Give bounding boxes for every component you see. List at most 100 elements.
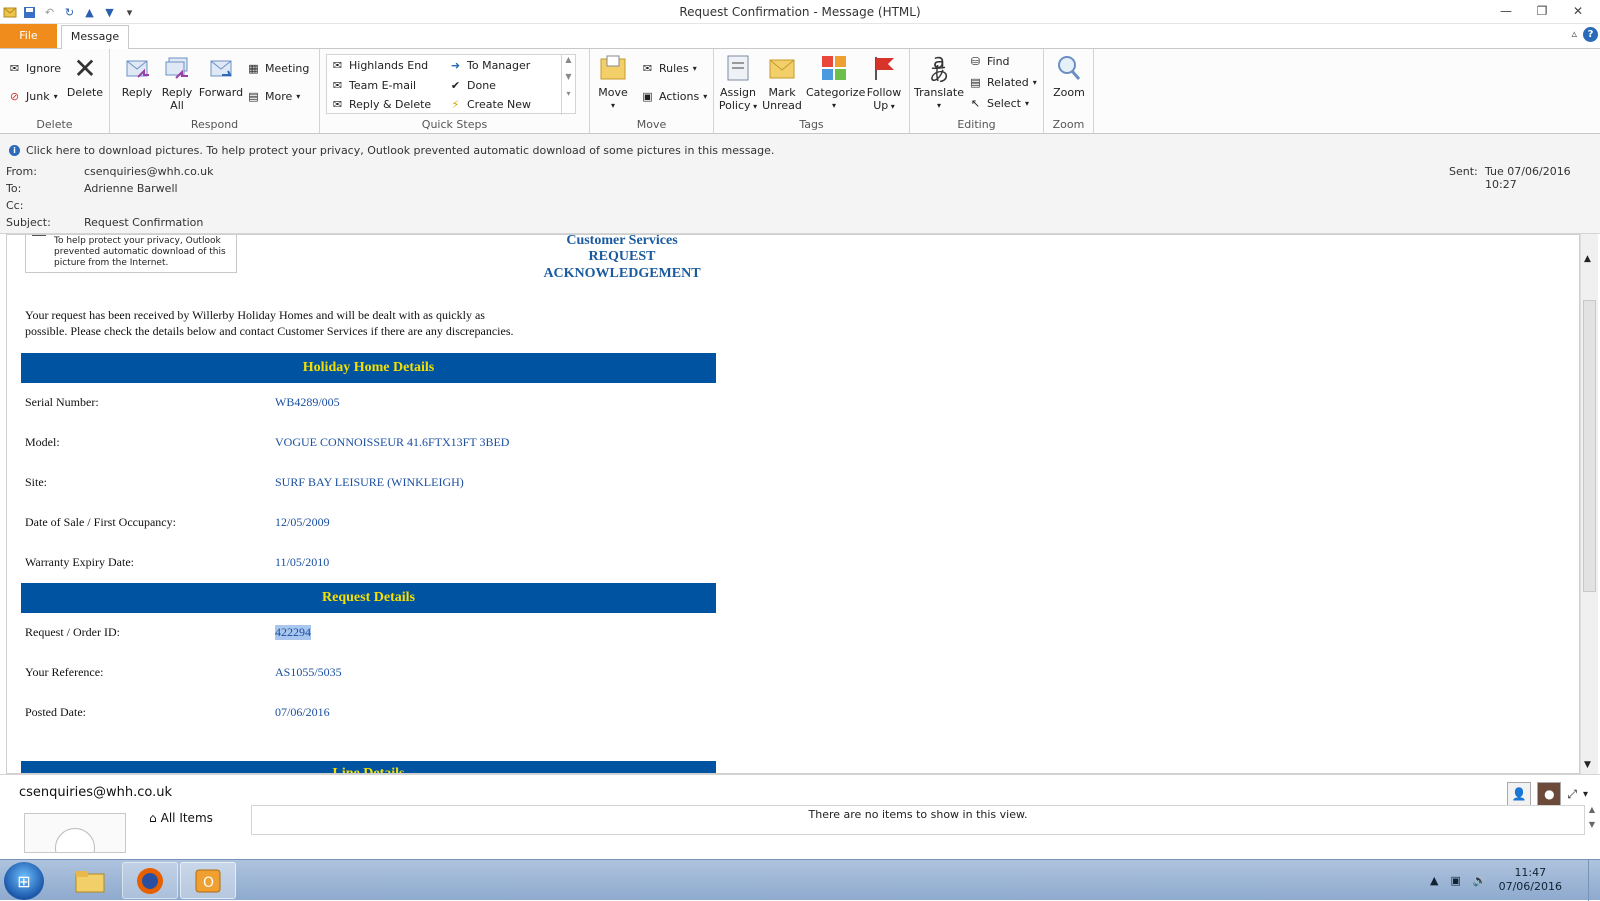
minimize-icon[interactable]: — [1488, 0, 1524, 22]
assign-policy-button[interactable]: Assign Policy ▾ [718, 53, 758, 113]
detail-value: 11/05/2010 [275, 555, 330, 569]
restore-icon[interactable]: ❐ [1524, 0, 1560, 22]
reply-icon [122, 53, 152, 83]
sent-value: Tue 07/06/2016 10:27 [1485, 165, 1571, 191]
select-button[interactable]: ↖ Select ▾ [968, 96, 1029, 111]
translate-button[interactable]: aあ Translate ▾ [914, 51, 964, 112]
more-icon: ▤ [248, 90, 259, 103]
title-bar: ↶ ↻ ▲ ▼ ▾ Request Confirmation - Message… [0, 0, 1600, 24]
explorer-taskbar-button[interactable] [62, 862, 118, 899]
quick-step-to-manager[interactable]: ➜ To Manager [448, 58, 530, 73]
blocked-image-placeholder[interactable]: To help protect your privacy, Outlook pr… [25, 235, 237, 273]
scroll-up-icon[interactable]: ▲ [1584, 254, 1591, 264]
flag-icon [869, 53, 899, 83]
related-button[interactable]: ▤ Related ▾ [968, 75, 1037, 90]
policy-icon [723, 53, 753, 83]
meeting-button[interactable]: ▦ Meeting [246, 61, 309, 76]
contact-avatar-icon[interactable]: 👤 [1507, 782, 1532, 806]
section-header-request: Request Details [21, 583, 716, 613]
actions-button[interactable]: ▣ Actions ▾ [640, 89, 707, 104]
window-title: Request Confirmation - Message (HTML) [679, 5, 921, 19]
reply-button[interactable]: Reply [118, 53, 156, 99]
tab-message[interactable]: Message [61, 25, 129, 49]
find-button[interactable]: ⛁ Find [968, 54, 1010, 69]
quick-step-done[interactable]: ✔ Done [448, 78, 496, 93]
mark-unread-button[interactable]: Mark Unread [762, 53, 802, 112]
firefox-taskbar-button[interactable] [122, 862, 178, 899]
reply-all-button[interactable]: Reply All [158, 53, 196, 112]
section-header-holiday-home: Holiday Home Details [21, 353, 716, 383]
group-zoom: Zoom Zoom [1044, 49, 1094, 133]
message-scrollbar[interactable]: ▲ ▼ [1580, 234, 1598, 774]
scroll-up-icon[interactable]: ▲ [1585, 805, 1599, 814]
scrollbar-thumb[interactable] [1583, 300, 1596, 592]
outlook-taskbar-button[interactable]: O [180, 862, 236, 899]
chevron-down-icon: ▾ [692, 64, 697, 73]
group-quick-steps: ✉ Highlands End ✉ Team E-mail ✉ Reply & Del… [320, 49, 590, 133]
magnifier-icon [1054, 53, 1084, 83]
request-value: 07/06/2016 [275, 705, 330, 719]
group-label: Delete [36, 118, 73, 131]
move-folder-icon [598, 53, 628, 83]
mark-unread-icon [767, 53, 797, 83]
chevron-down-icon: ▾ [831, 101, 836, 110]
zoom-button[interactable]: Zoom [1048, 53, 1090, 99]
expand-gallery-icon[interactable]: ▾ [562, 89, 575, 98]
quick-step-reply-delete[interactable]: ✉ Reply & Delete [330, 97, 431, 112]
related-icon: ▤ [970, 76, 981, 89]
close-icon[interactable]: ✕ [1560, 0, 1596, 22]
network-icon[interactable]: ▣ [1450, 874, 1460, 887]
quick-step-create-new[interactable]: ⚡ Create New [448, 97, 531, 112]
start-button[interactable]: ⊞ [4, 862, 44, 900]
request-value-selected[interactable]: 422294 [275, 625, 311, 640]
volume-icon[interactable]: 🔊 [1473, 874, 1487, 887]
move-button[interactable]: Move ▾ [594, 53, 632, 112]
show-hidden-icons[interactable]: ▲ [1430, 874, 1438, 887]
request-value: AS1055/5035 [275, 665, 342, 679]
to-value[interactable]: Adrienne Barwell [84, 182, 178, 195]
to-label: To: [6, 182, 22, 195]
chevron-down-icon: ▾ [888, 102, 895, 111]
more-button[interactable]: ▤ More ▾ [246, 89, 300, 104]
help-icon[interactable]: ? [1583, 27, 1598, 42]
chevron-down-icon: ▾ [53, 92, 58, 101]
delete-icon: ✕ [73, 51, 97, 85]
quick-step-highlands-end[interactable]: ✉ Highlands End [330, 58, 428, 73]
all-items-link[interactable]: ⌂ All Items [149, 811, 213, 825]
cc-label: Cc: [6, 199, 24, 212]
forward-button[interactable]: Forward [198, 53, 244, 99]
scroll-down-icon[interactable]: ▼ [1584, 760, 1591, 770]
quick-step-team-email[interactable]: ✉ Team E-mail [330, 78, 416, 93]
ignore-button[interactable]: ✉ Ignore [7, 61, 61, 76]
subject-label: Subject: [6, 216, 51, 229]
group-label: Quick Steps [421, 118, 488, 131]
clock[interactable]: 11:47 07/06/2016 [1499, 866, 1562, 894]
delete-button[interactable]: ✕ Delete [66, 53, 104, 99]
from-value[interactable]: csenquiries@whh.co.uk [84, 165, 213, 178]
scroll-down-icon[interactable]: ▼ [1585, 820, 1599, 829]
chevron-down-icon: ▾ [1024, 99, 1029, 108]
home-icon: ⌂ [149, 811, 157, 825]
contact-photo[interactable]: ● [1537, 782, 1562, 806]
categorize-button[interactable]: Categorize ▾ [806, 53, 865, 112]
minimize-ribbon-icon[interactable]: ▵ [1571, 27, 1577, 42]
collapse-icon[interactable]: ▾ [1583, 789, 1588, 800]
group-respond: Reply Reply All Forward ▦ Meeting ▤ More ▾ … [110, 49, 320, 133]
svg-text:O: O [203, 875, 214, 891]
rules-button[interactable]: ✉ Rules ▾ [640, 61, 697, 76]
tab-file[interactable]: File [0, 24, 57, 48]
download-pictures-bar[interactable]: i Click here to download pictures. To he… [9, 144, 774, 157]
detail-value: SURF BAY LEISURE (WINKLEIGH) [275, 475, 464, 489]
gallery-scroll[interactable]: ▲ ▼ ▾ [561, 55, 575, 115]
show-desktop-button[interactable] [1588, 860, 1600, 901]
message-header: i Click here to download pictures. To he… [0, 134, 1600, 234]
request-label: Posted Date: [25, 705, 86, 719]
scroll-up-icon[interactable]: ▲ [562, 55, 575, 64]
image-placeholder-icon [32, 235, 46, 236]
follow-up-button[interactable]: Follow Up ▾ [864, 53, 904, 113]
junk-button[interactable]: ⊘ Junk ▾ [7, 89, 58, 104]
taskbar: ⊞ O ▲ ▣ 🔊 11:47 07/06/2016 [0, 859, 1600, 901]
people-pane-scrollbar[interactable]: ▲ ▼ [1585, 805, 1599, 835]
scroll-down-icon[interactable]: ▼ [562, 72, 575, 81]
expand-icon[interactable]: ⤢ [1567, 787, 1577, 802]
